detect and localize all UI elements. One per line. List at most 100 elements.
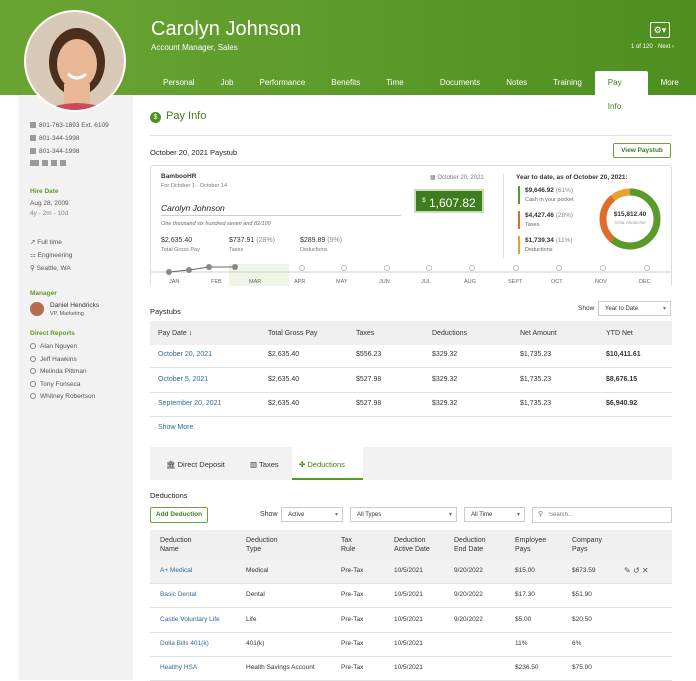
month-point[interactable] <box>600 265 606 271</box>
deduction-name-link[interactable]: Castle Voluntary Life <box>160 616 220 623</box>
deduction-cell: Life <box>246 615 257 623</box>
deduction-col-header: Deduction Active Date <box>394 536 430 554</box>
show-more-link[interactable]: Show More <box>158 424 193 431</box>
deduction-time-select[interactable]: All Time <box>464 507 525 522</box>
view-paystub-button[interactable]: View Paystub <box>613 143 671 158</box>
manager-name[interactable]: Daniel Hendricks <box>50 302 99 309</box>
paid-point[interactable] <box>166 269 172 275</box>
deduction-col-header: Company Pays <box>572 536 602 554</box>
deduction-cell: Medical <box>246 567 269 574</box>
tab-personal[interactable]: Personal <box>150 71 208 95</box>
deduction-name-link[interactable]: Healthy HSA <box>160 664 197 671</box>
edit-icon[interactable]: ✎ <box>624 566 631 575</box>
phone-icon <box>30 122 36 129</box>
tab-time-off[interactable]: Time Off <box>373 71 427 111</box>
tab-benefits[interactable]: Benefits <box>318 71 373 95</box>
header-line: Rule <box>341 546 356 553</box>
email-icon[interactable] <box>30 160 39 167</box>
ytd-taxes-bar <box>518 211 520 229</box>
month-point[interactable] <box>426 265 432 271</box>
paystub-cell: $329.32 <box>432 400 458 407</box>
search-input[interactable] <box>549 509 667 521</box>
direct-report[interactable]: Alan Nguyen <box>30 343 77 350</box>
close-icon[interactable]: ✕ <box>642 566 649 575</box>
month-label: JAN <box>169 279 179 285</box>
month-point[interactable] <box>513 265 519 271</box>
paystub-cell: $1,735.23 <box>520 400 552 407</box>
bank-icon: 🏛 <box>166 460 178 469</box>
direct-report[interactable]: Whitney Robertson <box>30 393 95 400</box>
row-divider <box>150 655 672 657</box>
subtab-direct-deposit[interactable]: 🏛 Direct Deposit <box>166 460 225 469</box>
paid-point[interactable] <box>206 264 212 270</box>
linkedin-icon[interactable] <box>42 160 48 167</box>
month-point[interactable] <box>469 265 475 271</box>
paystubs-range-select[interactable]: Year to Date <box>598 301 671 316</box>
ytd-cash-label: Cash in your pocket <box>525 197 574 203</box>
location: ⚲ Seattle, WA <box>30 265 71 272</box>
ytd-total: $15,812.40 <box>613 211 647 218</box>
facebook-icon[interactable] <box>60 160 66 167</box>
paystubs-col-header[interactable]: Pay Date ↓ <box>158 330 192 337</box>
deduction-search[interactable]: ⚲ <box>532 507 672 523</box>
tab-performance[interactable]: Performance <box>246 71 318 95</box>
month-point[interactable] <box>299 265 305 271</box>
stub-date: ▦ October 20, 2021 <box>430 175 484 181</box>
direct-report[interactable]: Tony Fonseca <box>30 381 80 388</box>
twitter-icon[interactable] <box>51 160 57 167</box>
month-label: JUL <box>421 279 431 285</box>
tab-training[interactable]: Training <box>540 71 595 95</box>
paystub-date-link[interactable]: October 20, 2021 <box>158 351 212 358</box>
deduction-name-link[interactable]: Basic Dental <box>160 591 197 598</box>
person-icon <box>30 343 36 350</box>
mobile-icon <box>30 135 36 142</box>
employee-pager[interactable]: 1 of 120 · Next › <box>631 44 674 50</box>
tab-more[interactable]: More ▾ <box>648 71 696 111</box>
deduction-col-header: Deduction Name <box>160 536 192 554</box>
paid-months-line <box>168 266 235 273</box>
direct-report[interactable]: Jeff Hawkins <box>30 356 77 363</box>
deduction-cell: $17.30 <box>515 591 535 599</box>
ytd-taxes-label: Taxes <box>525 222 540 228</box>
deduction-name-link[interactable]: A+ Medical <box>160 567 192 574</box>
tab-notes[interactable]: Notes <box>493 71 540 95</box>
dollar-icon: $ <box>150 112 161 123</box>
add-deduction-button[interactable]: Add Deduction <box>150 507 208 523</box>
deduction-status-select[interactable]: Active <box>281 507 343 522</box>
deductions-table-header: Deduction Name Deduction Type Tax Rule Deducti… <box>150 530 672 560</box>
deduction-col-header: Deduction End Date <box>454 536 486 554</box>
subtab-taxes[interactable]: ▥ Taxes <box>250 460 279 469</box>
settings-gear-button[interactable]: ⚙▾ <box>650 22 670 38</box>
month-point[interactable] <box>556 265 562 271</box>
paystub-date: October 20, 2021 Paystub <box>150 148 238 157</box>
subtabs-bar <box>150 447 672 480</box>
month-point[interactable] <box>644 265 650 271</box>
paystub-date-link[interactable]: October 5, 2021 <box>158 376 208 383</box>
deduction-name-link[interactable]: Dolla Bills 401(k) <box>160 640 209 647</box>
net-pay-amount: $ 1,607.82 <box>414 189 484 213</box>
paystubs-col-header: Deductions <box>432 330 468 337</box>
home-phone-icon <box>30 148 36 155</box>
tab-pay-info[interactable]: Pay Info <box>594 71 648 111</box>
tab-job[interactable]: Job <box>208 71 247 95</box>
ytd-total-label: TOTAL GROSS PAY <box>614 221 646 225</box>
paid-point[interactable] <box>232 264 238 270</box>
deductions-show-label: Show <box>260 511 278 518</box>
tab-documents[interactable]: Documents <box>427 71 493 95</box>
header-line: Active Date <box>394 546 430 553</box>
history-icon[interactable]: ↺ <box>633 566 640 575</box>
deduction-cell: 401(k) <box>246 639 265 647</box>
paid-point[interactable] <box>186 267 192 273</box>
paystub-date-link[interactable]: September 20, 2021 <box>158 400 221 407</box>
social-links <box>30 160 69 167</box>
stub-gross-label: Total Gross Pay <box>161 247 200 253</box>
month-point[interactable] <box>341 265 347 271</box>
deduction-type-select[interactable]: All Types <box>350 507 457 522</box>
month-point[interactable] <box>384 265 390 271</box>
deduction-cell: 10/5/2021 <box>394 591 423 599</box>
row-divider <box>150 583 672 584</box>
direct-report[interactable]: Melinda Pittman <box>30 368 87 375</box>
paystubs-col-header: Total Gross Pay <box>268 330 318 337</box>
ytd-donut-chart <box>599 188 661 250</box>
deduction-cell: 10/5/2021 <box>394 639 423 647</box>
